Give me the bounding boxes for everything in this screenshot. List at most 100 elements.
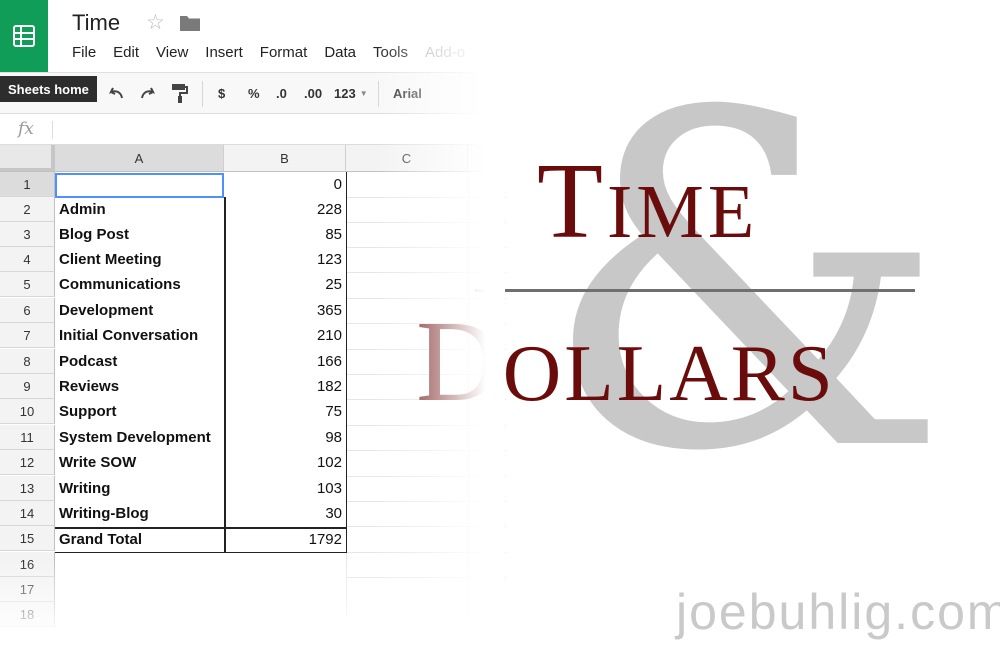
grand-total-divider <box>55 527 347 529</box>
cell-a5[interactable]: Communications <box>55 272 224 297</box>
gridline <box>346 197 506 198</box>
cell-a10[interactable]: Support <box>55 399 224 424</box>
cell-a8[interactable]: Podcast <box>55 349 224 374</box>
cell-b8[interactable]: 166 <box>224 349 346 374</box>
cell-a4[interactable]: Client Meeting <box>55 247 224 272</box>
gridline <box>346 526 506 527</box>
gridline <box>346 450 506 451</box>
headline-dollars: Dollars <box>416 298 836 426</box>
row-header[interactable]: 14 <box>0 501 55 526</box>
gridline <box>346 501 506 502</box>
row-header[interactable]: 11 <box>0 425 55 450</box>
formula-divider <box>52 121 53 139</box>
cell-b6[interactable]: 365 <box>224 298 346 323</box>
row-header[interactable]: 10 <box>0 399 55 424</box>
cell-b1[interactable]: 0 <box>224 172 346 197</box>
menu-format[interactable]: Format <box>260 44 308 62</box>
percent-format-button[interactable]: % <box>248 73 260 113</box>
cell-b7[interactable]: 210 <box>224 323 346 348</box>
font-family-select[interactable]: Arial <box>393 73 422 113</box>
gridline <box>346 577 506 578</box>
cell-a11[interactable]: System Development <box>55 425 224 450</box>
row-header[interactable]: 6 <box>0 298 55 323</box>
toolbar-divider <box>378 81 379 107</box>
row-header[interactable]: 7 <box>0 323 55 348</box>
paint-format-button[interactable] <box>170 73 188 113</box>
cell-a2[interactable]: Admin <box>55 197 224 222</box>
menu-insert[interactable]: Insert <box>205 44 243 62</box>
cell-a7[interactable]: Initial Conversation <box>55 323 224 348</box>
undo-button[interactable] <box>106 73 126 113</box>
cell-b10[interactable]: 75 <box>224 399 346 424</box>
row-header[interactable]: 1 <box>0 172 55 197</box>
gridline <box>346 222 506 223</box>
row-header[interactable]: 16 <box>0 552 55 577</box>
undo-icon <box>108 87 123 99</box>
currency-format-button[interactable]: $ <box>218 73 225 113</box>
gridline <box>346 247 506 248</box>
cell-b14[interactable]: 30 <box>224 501 346 526</box>
cell-b4[interactable]: 123 <box>224 247 346 272</box>
column-header-b[interactable]: B <box>224 145 346 171</box>
cell-b3[interactable]: 85 <box>224 222 346 247</box>
sheets-logo-icon <box>13 25 35 47</box>
chevron-down-icon: ▼ <box>359 88 368 98</box>
row-header[interactable]: 2 <box>0 197 55 222</box>
column-header-c[interactable]: C <box>346 145 468 171</box>
row-header[interactable]: 13 <box>0 476 55 501</box>
cell-b9[interactable]: 182 <box>224 374 346 399</box>
ampersand-graphic: & <box>540 17 950 552</box>
cell-a6[interactable]: Development <box>55 298 224 323</box>
row-header[interactable]: 4 <box>0 247 55 272</box>
menu-edit[interactable]: Edit <box>113 44 139 62</box>
menu-view[interactable]: View <box>156 44 188 62</box>
cell-a9[interactable]: Reviews <box>55 374 224 399</box>
table-column-divider <box>224 197 226 553</box>
row-header[interactable]: 18 <box>0 602 55 627</box>
redo-icon <box>141 87 156 99</box>
folder-icon[interactable] <box>179 14 201 32</box>
cell-b13[interactable]: 103 <box>224 476 346 501</box>
redo-button[interactable] <box>138 73 158 113</box>
paint-roller-icon <box>172 84 188 103</box>
decrease-decimals-button[interactable]: .0 <box>276 73 287 113</box>
menu-file[interactable]: File <box>72 44 96 62</box>
cell-b2[interactable]: 228 <box>224 197 346 222</box>
toolbar-divider <box>202 81 203 107</box>
row-header[interactable]: 17 <box>0 577 55 602</box>
column-headers: A B C <box>0 145 500 172</box>
cell-b15[interactable]: 1792 <box>224 527 346 552</box>
sheets-home-button[interactable] <box>0 0 48 72</box>
select-all-corner[interactable] <box>0 145 55 171</box>
menu-tools[interactable]: Tools <box>373 44 408 62</box>
row-header[interactable]: 9 <box>0 374 55 399</box>
cell-b5[interactable]: 25 <box>224 272 346 297</box>
cell-a15[interactable]: Grand Total <box>55 527 224 552</box>
cell-b11[interactable]: 98 <box>224 425 346 450</box>
formula-bar[interactable]: fx <box>0 114 500 145</box>
more-formats-button[interactable]: 123 ▼ <box>334 73 368 113</box>
cell-b12[interactable]: 102 <box>224 450 346 475</box>
row-header[interactable]: 5 <box>0 272 55 297</box>
column-header-a[interactable]: A <box>55 145 224 171</box>
row-header[interactable]: 12 <box>0 450 55 475</box>
row-header[interactable]: 8 <box>0 349 55 374</box>
fx-icon: fx <box>18 119 34 139</box>
sheets-home-tooltip: Sheets home <box>0 76 97 102</box>
headline-divider <box>475 289 915 292</box>
gridline <box>346 172 347 617</box>
increase-decimals-button[interactable]: .00 <box>304 73 322 113</box>
cell-a3[interactable]: Blog Post <box>55 222 224 247</box>
row-header[interactable]: 3 <box>0 222 55 247</box>
active-cell-selection <box>55 173 224 198</box>
gridline <box>346 552 506 553</box>
menu-data[interactable]: Data <box>324 44 356 62</box>
cell-a13[interactable]: Writing <box>55 476 224 501</box>
menu-add-ons[interactable]: Add-o <box>425 44 465 62</box>
menu-bar: File Edit View Insert Format Data Tools … <box>72 44 482 62</box>
cell-a12[interactable]: Write SOW <box>55 450 224 475</box>
document-title[interactable]: Time <box>72 10 120 36</box>
cell-a14[interactable]: Writing-Blog <box>55 501 224 526</box>
row-header[interactable]: 15 <box>0 526 55 551</box>
star-icon[interactable]: ☆ <box>146 10 165 35</box>
